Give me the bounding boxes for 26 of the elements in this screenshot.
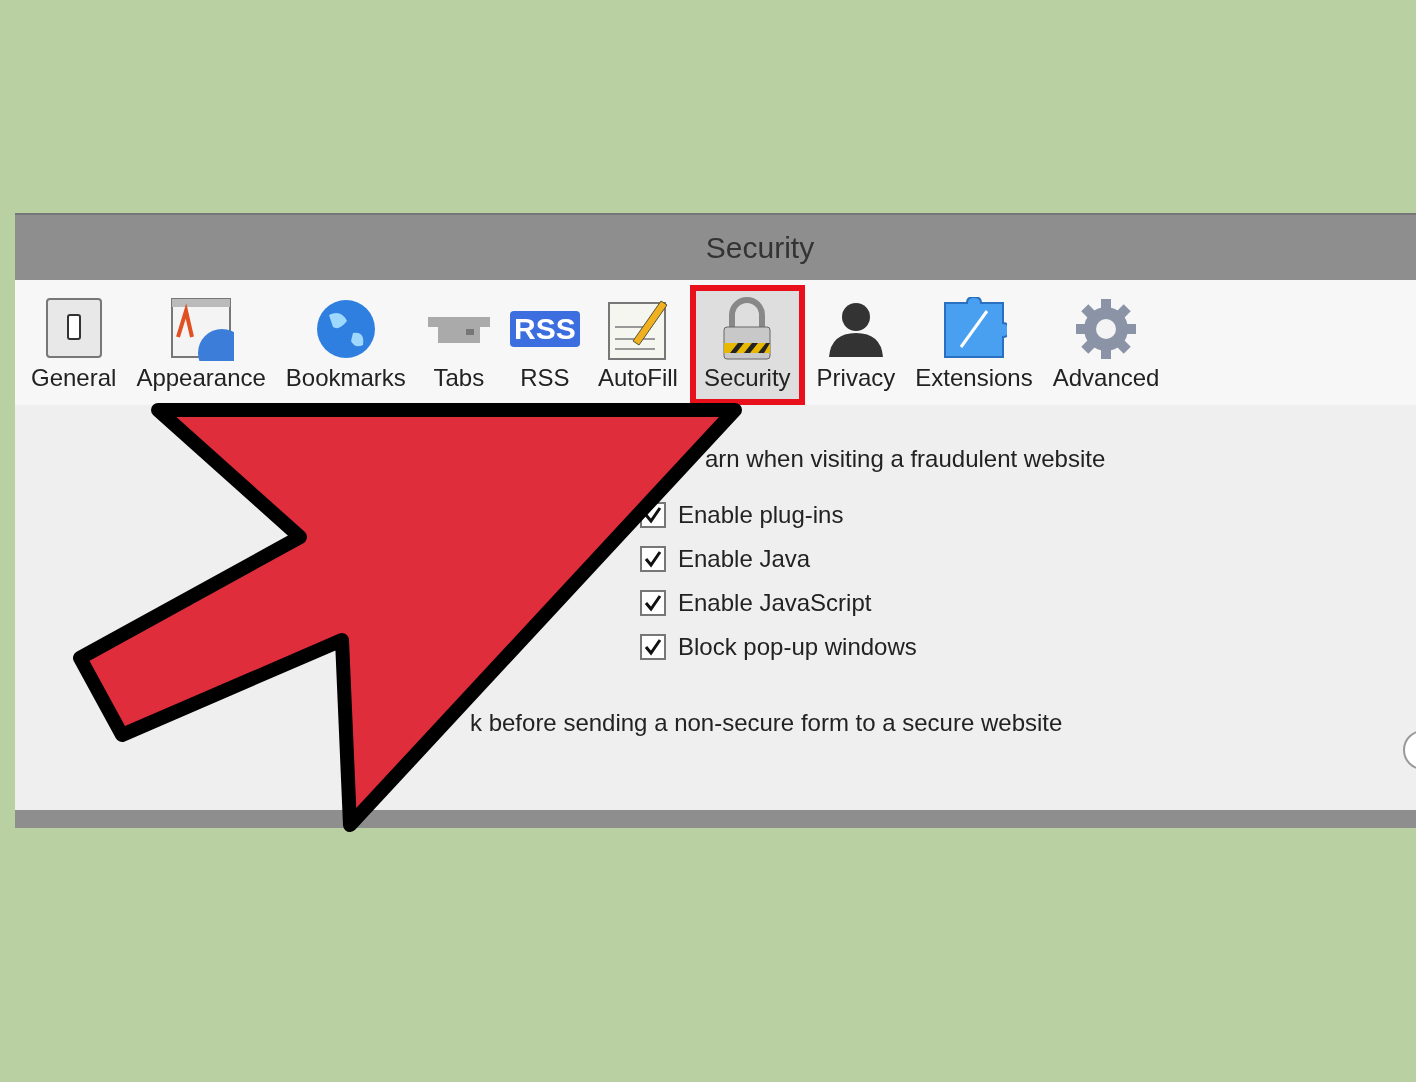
setting-label: k before sending a non-secure form to a secure website bbox=[470, 708, 1063, 738]
window-title: Security bbox=[705, 230, 815, 266]
checkbox[interactable] bbox=[640, 634, 666, 660]
checkmark-icon bbox=[644, 594, 662, 612]
toolbar-tab[interactable]: General bbox=[23, 297, 125, 397]
checkbox[interactable] bbox=[640, 590, 666, 616]
checkmark-icon bbox=[644, 550, 662, 568]
toolbar-tab[interactable]: Privacy bbox=[808, 297, 904, 397]
toolbar-tab[interactable]: Extensions bbox=[907, 297, 1041, 397]
checkbox-label: Enable plug-ins bbox=[678, 500, 844, 530]
toolbar-tab[interactable]: Tabs bbox=[417, 297, 500, 397]
toolbar-tab[interactable]: AutoFill bbox=[589, 297, 686, 397]
document-icon bbox=[168, 297, 235, 361]
checkbox[interactable] bbox=[640, 546, 666, 572]
toolbar-tab[interactable]: Security bbox=[689, 285, 805, 405]
checkbox-label: Block pop-up windows bbox=[678, 632, 917, 662]
checkbox-label: Enable JavaScript bbox=[678, 588, 872, 618]
toolbar-tab[interactable]: Bookmarks bbox=[277, 297, 414, 397]
puzzle-icon bbox=[941, 297, 1007, 361]
toolbar-tab[interactable]: Appearance bbox=[128, 297, 274, 397]
toolbar-tab[interactable]: Advanced bbox=[1044, 297, 1168, 397]
checkmark-icon bbox=[644, 638, 662, 656]
checkbox-label: Enable Java bbox=[678, 544, 811, 574]
toolbar-tab[interactable]: RSS RSS bbox=[503, 297, 586, 397]
setting-label: arn when visiting a fraudulent website bbox=[705, 444, 1106, 474]
checkmark-icon bbox=[644, 506, 662, 524]
